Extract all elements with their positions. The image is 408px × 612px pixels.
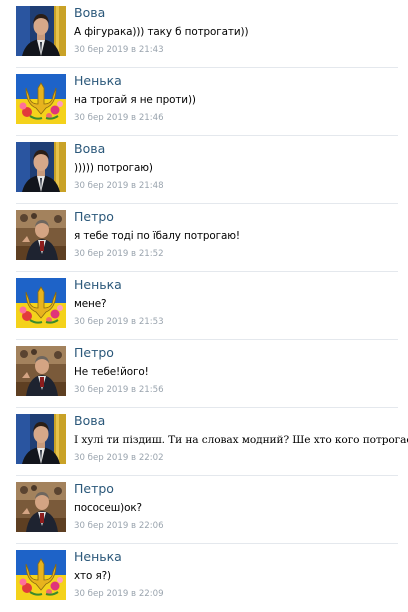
avatar[interactable] <box>16 278 66 328</box>
message-text: І хулі ти піздиш. Ти на словах модний? Ш… <box>74 434 408 446</box>
message-timestamp[interactable]: 30 бер 2019 в 22:02 <box>74 453 164 463</box>
message-item: Ненька на трогай я не проти)) 30 бер 201… <box>0 68 408 136</box>
avatar[interactable] <box>16 210 66 260</box>
author-name[interactable]: Вова <box>74 5 105 20</box>
message-timestamp[interactable]: 30 бер 2019 в 21:53 <box>74 317 164 327</box>
message-timestamp[interactable]: 30 бер 2019 в 21:52 <box>74 249 164 259</box>
avatar[interactable] <box>16 346 66 396</box>
author-name[interactable]: Ненька <box>74 277 122 292</box>
message-text: хто я?) <box>74 570 111 582</box>
message-item: Петро я тебе тоді по їбалу потрогаю! 30 … <box>0 204 408 272</box>
avatar[interactable] <box>16 142 66 192</box>
message-item: Вова ))))) потрогаю) 30 бер 2019 в 21:48 <box>0 136 408 204</box>
author-name[interactable]: Вова <box>74 413 105 428</box>
message-item: Петро пососеш)ок? 30 бер 2019 в 22:06 <box>0 476 408 544</box>
message-text: ))))) потрогаю) <box>74 162 153 174</box>
author-name[interactable]: Петро <box>74 209 114 224</box>
avatar[interactable] <box>16 482 66 532</box>
author-name[interactable]: Вова <box>74 141 105 156</box>
author-name[interactable]: Петро <box>74 481 114 496</box>
avatar[interactable] <box>16 6 66 56</box>
message-text: А фігурака))) таку б потрогати)) <box>74 26 249 38</box>
author-name[interactable]: Ненька <box>74 73 122 88</box>
avatar[interactable] <box>16 550 66 600</box>
avatar[interactable] <box>16 74 66 124</box>
message-item: Вова А фігурака))) таку б потрогати)) 30… <box>0 0 408 68</box>
message-item: Вова І хулі ти піздиш. Ти на словах модн… <box>0 408 408 476</box>
message-feed: Вова А фігурака))) таку б потрогати)) 30… <box>0 0 408 604</box>
author-name[interactable]: Петро <box>74 345 114 360</box>
author-name[interactable]: Ненька <box>74 549 122 564</box>
message-text: на трогай я не проти)) <box>74 94 196 106</box>
message-item: Ненька хто я?) 30 бер 2019 в 22:09 <box>0 544 408 612</box>
message-timestamp[interactable]: 30 бер 2019 в 21:46 <box>74 113 164 123</box>
message-timestamp[interactable]: 30 бер 2019 в 21:43 <box>74 45 164 55</box>
message-timestamp[interactable]: 30 бер 2019 в 21:48 <box>74 181 164 191</box>
message-item: Ненька мене? 30 бер 2019 в 21:53 <box>0 272 408 340</box>
message-text: Не тебе!його! <box>74 366 149 378</box>
avatar[interactable] <box>16 414 66 464</box>
message-timestamp[interactable]: 30 бер 2019 в 21:56 <box>74 385 164 395</box>
message-item: Петро Не тебе!його! 30 бер 2019 в 21:56 <box>0 340 408 408</box>
message-text: пососеш)ок? <box>74 502 142 514</box>
message-text: мене? <box>74 298 107 310</box>
message-text: я тебе тоді по їбалу потрогаю! <box>74 230 240 242</box>
message-timestamp[interactable]: 30 бер 2019 в 22:06 <box>74 521 164 531</box>
message-timestamp[interactable]: 30 бер 2019 в 22:09 <box>74 589 164 599</box>
